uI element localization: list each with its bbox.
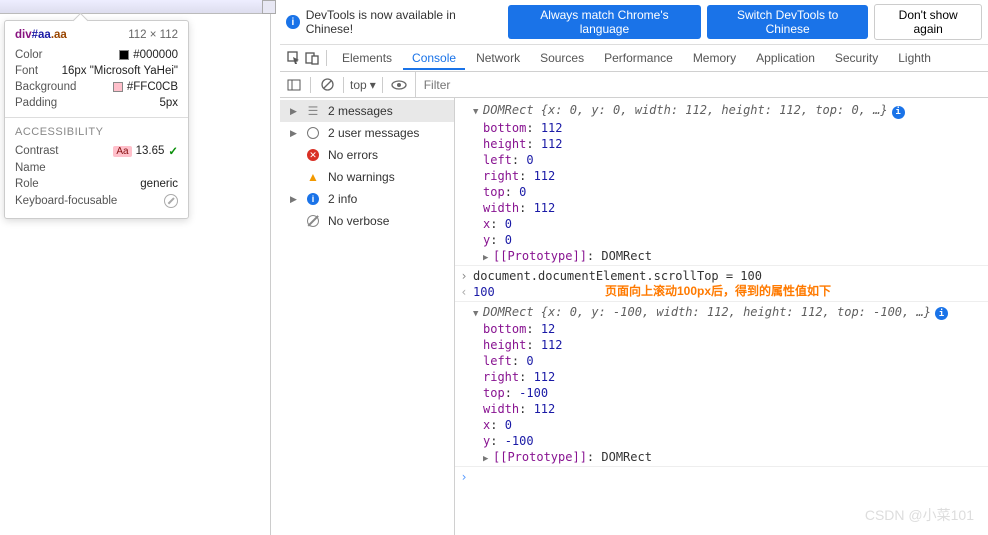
tab-performance[interactable]: Performance [595,46,682,70]
expand-icon[interactable]: ▼ [473,309,483,319]
bg-swatch [113,82,123,92]
banner-text: DevTools is now available in Chinese! [306,8,502,36]
console-sidebar: ▶☰2 messages ▶2 user messages ✕No errors… [280,98,455,535]
inspect-icon[interactable] [286,50,302,66]
console-log[interactable]: ▼DOMRect {x: 0, y: 0, width: 112, height… [455,98,988,535]
info-icon[interactable]: i [892,106,905,119]
tab-sources[interactable]: Sources [531,46,593,70]
prompt-marker[interactable]: › [459,470,469,484]
watermark: CSDN @小菜101 [865,505,974,525]
expand-icon[interactable]: ▶ [483,454,493,464]
no-icon [164,194,178,208]
expand-icon[interactable]: ▼ [473,107,483,117]
clear-console-icon[interactable] [317,75,337,95]
info-icon: i [286,15,300,29]
tab-lighthouse[interactable]: Lighth [889,46,940,70]
element-tooltip: div#aa.aa 112 × 112 Color#000000 Font16p… [4,20,189,219]
tab-elements[interactable]: Elements [333,46,401,70]
sidebar-item-info[interactable]: ▶i2 info [280,188,454,210]
splitter-handle[interactable] [262,0,276,14]
contrast-badge: Aa [113,146,131,157]
input-marker: › [459,269,469,283]
chevron-down-icon: ▾ [370,78,376,92]
switch-language-button[interactable]: Switch DevTools to Chinese [707,5,868,39]
tab-network[interactable]: Network [467,46,529,70]
match-language-button[interactable]: Always match Chrome's language [508,5,701,39]
console-input-echo: document.documentElement.scrollTop = 100 [473,269,980,283]
sidebar-toggle-icon[interactable] [284,75,304,95]
sidebar-item-messages[interactable]: ▶☰2 messages [280,100,454,122]
devtools-panel: i DevTools is now available in Chinese! … [280,0,988,535]
check-icon: ✓ [168,144,178,158]
tab-memory[interactable]: Memory [684,46,745,70]
context-selector[interactable]: top▾ [350,78,376,92]
tab-application[interactable]: Application [747,46,824,70]
sidebar-item-warnings[interactable]: ▲No warnings [280,166,454,188]
tab-bar: Elements Console Network Sources Perform… [280,45,988,72]
dismiss-button[interactable]: Don't show again [874,4,982,40]
ruler [0,0,270,14]
sidebar-item-verbose[interactable]: No verbose [280,210,454,232]
a11y-heading: ACCESSIBILITY [15,124,178,142]
live-expression-icon[interactable] [389,75,409,95]
locale-banner: i DevTools is now available in Chinese! … [280,0,988,45]
expand-icon[interactable]: ▶ [483,253,493,263]
tooltip-selector: div#aa.aa [15,29,67,41]
tooltip-dimensions: 112 × 112 [128,29,178,41]
filter-input[interactable] [415,72,988,97]
color-swatch [119,50,129,60]
tab-security[interactable]: Security [826,46,887,70]
output-marker: ‹ [459,285,469,299]
annotation-text: 页面向上滚动100px后，得到的属性值如下 [605,282,831,299]
sidebar-item-errors[interactable]: ✕No errors [280,144,454,166]
sidebar-item-user[interactable]: ▶2 user messages [280,122,454,144]
device-icon[interactable] [304,50,320,66]
console-toolbar: top▾ [280,72,988,98]
info-icon[interactable]: i [935,307,948,320]
tab-console[interactable]: Console [403,46,465,70]
